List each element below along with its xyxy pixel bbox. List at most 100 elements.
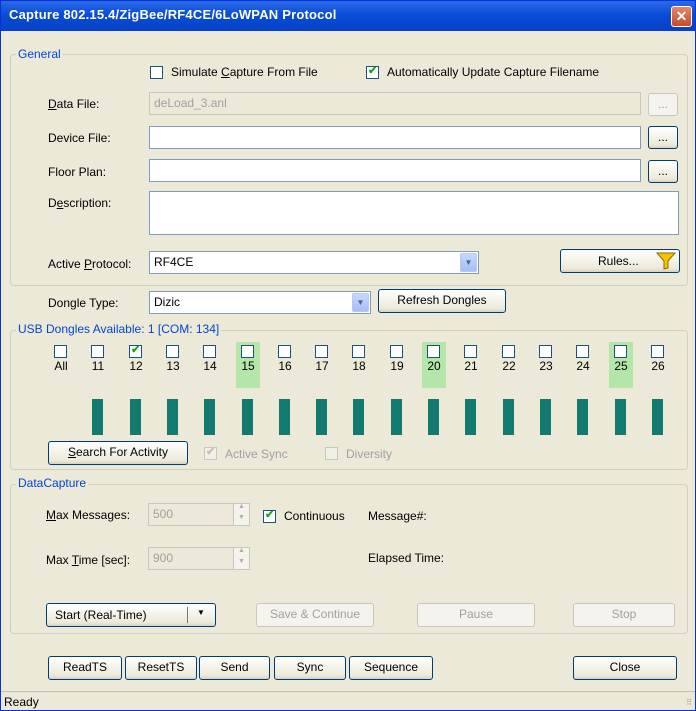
dongle-type-select[interactable]: Dizic bbox=[149, 291, 371, 314]
close-window-icon[interactable]: ✕ bbox=[671, 6, 692, 27]
auto-update-filename-checkbox[interactable]: ✔ bbox=[366, 65, 379, 79]
channel-11[interactable]: 11 bbox=[86, 342, 110, 388]
refresh-dongles-button[interactable]: Refresh Dongles bbox=[378, 289, 506, 313]
channel-checkbox[interactable] bbox=[539, 345, 552, 358]
start-capture-button[interactable]: Start (Real-Time) ▼ bbox=[46, 603, 216, 627]
search-for-activity-button[interactable]: Search For Activity bbox=[48, 441, 188, 465]
channel-16[interactable]: 16 bbox=[273, 342, 297, 388]
channel-checkbox[interactable] bbox=[651, 345, 664, 358]
general-legend: General bbox=[16, 47, 63, 61]
activity-bar bbox=[615, 399, 626, 435]
stop-button[interactable]: Stop bbox=[573, 603, 675, 627]
activity-bar bbox=[316, 399, 327, 435]
channel-label: 26 bbox=[651, 359, 665, 373]
data-file-browse-button[interactable]: ... bbox=[648, 93, 678, 116]
readts-button[interactable]: ReadTS bbox=[48, 656, 122, 680]
diversity-checkbox[interactable] bbox=[325, 447, 338, 460]
channel-15[interactable]: 15 bbox=[236, 342, 260, 388]
channel-18[interactable]: 18 bbox=[347, 342, 371, 388]
channel-checkbox[interactable] bbox=[464, 345, 477, 358]
channel-checkbox[interactable] bbox=[390, 345, 403, 358]
channel-checkbox[interactable] bbox=[91, 345, 104, 358]
message-number-label: Message#: bbox=[368, 509, 427, 523]
continuous-label: Continuous bbox=[284, 509, 345, 523]
close-button[interactable]: Close bbox=[573, 656, 677, 680]
channel-checkbox[interactable] bbox=[166, 345, 179, 358]
activity-bar bbox=[167, 399, 178, 435]
channel-label: 12 bbox=[129, 359, 143, 373]
channel-checkbox[interactable] bbox=[427, 345, 440, 358]
channel-13[interactable]: 13 bbox=[161, 342, 185, 388]
rules-button[interactable]: Rules... bbox=[560, 249, 680, 273]
device-file-label: Device File: bbox=[48, 131, 111, 145]
channel-checkbox[interactable] bbox=[614, 345, 627, 358]
device-file-input[interactable] bbox=[149, 126, 641, 149]
data-file-input[interactable]: deLoad_3.anl bbox=[149, 92, 641, 115]
channel-12[interactable]: ✔ 12 bbox=[124, 342, 148, 388]
max-messages-spinner[interactable]: ▲ ▼ bbox=[233, 503, 250, 526]
simulate-capture-label: Simulate Capture From File bbox=[171, 65, 318, 79]
channel-checkbox[interactable] bbox=[352, 345, 365, 358]
sync-button[interactable]: Sync bbox=[274, 656, 346, 680]
sequence-button[interactable]: Sequence bbox=[349, 656, 433, 680]
channel-24[interactable]: 24 bbox=[571, 342, 595, 388]
resize-grip-icon[interactable]: ⠿ bbox=[686, 698, 692, 707]
floor-plan-browse-button[interactable]: ... bbox=[648, 160, 678, 183]
channel-label: 20 bbox=[427, 359, 441, 373]
dongle-type-chevron-down-icon[interactable]: ▼ bbox=[352, 293, 369, 312]
active-sync-checkbox[interactable]: ✔ bbox=[204, 446, 217, 460]
channel-22[interactable]: 22 bbox=[497, 342, 521, 388]
funnel-icon bbox=[656, 252, 676, 270]
channel-checkbox[interactable] bbox=[502, 345, 515, 358]
channel-checkbox[interactable] bbox=[278, 345, 291, 358]
channel-checkbox[interactable] bbox=[576, 345, 589, 358]
device-file-browse-button[interactable]: ... bbox=[648, 126, 678, 149]
max-time-spinner[interactable]: ▲ ▼ bbox=[233, 547, 250, 570]
up-arrow-icon: ▲ bbox=[238, 503, 245, 510]
split-arrow-icon[interactable]: ▼ bbox=[197, 608, 205, 617]
max-time-input[interactable]: 900 bbox=[148, 547, 234, 570]
channel-checkbox[interactable]: ✔ bbox=[129, 344, 142, 358]
title-bar[interactable]: Capture 802.15.4/ZigBee/RF4CE/6LoWPAN Pr… bbox=[1, 1, 695, 31]
channel-26[interactable]: 26 bbox=[646, 342, 670, 388]
chevron-down-icon[interactable]: ▼ bbox=[460, 253, 477, 272]
active-protocol-select[interactable]: RF4CE bbox=[149, 251, 479, 274]
usb-dongles-legend: USB Dongles Available: 1 [COM: 134] bbox=[16, 322, 222, 336]
channel-21[interactable]: 21 bbox=[459, 342, 483, 388]
channel-label: 14 bbox=[203, 359, 217, 373]
send-button[interactable]: Send bbox=[199, 656, 270, 680]
pause-button[interactable]: Pause bbox=[417, 603, 535, 627]
continuous-checkbox[interactable]: ✔ bbox=[263, 509, 276, 523]
save-continue-button[interactable]: Save & Continue bbox=[256, 603, 374, 627]
activity-bar bbox=[652, 399, 663, 435]
channel-checkbox[interactable] bbox=[241, 345, 254, 358]
channel-checkbox[interactable] bbox=[54, 345, 67, 358]
activity-bar bbox=[577, 399, 588, 435]
channel-17[interactable]: 17 bbox=[310, 342, 334, 388]
activity-bar bbox=[204, 399, 215, 435]
channel-14[interactable]: 14 bbox=[198, 342, 222, 388]
start-capture-label: Start (Real-Time) bbox=[55, 608, 147, 622]
channel-label: 18 bbox=[352, 359, 366, 373]
channel-checkbox[interactable] bbox=[203, 345, 216, 358]
simulate-capture-checkbox[interactable] bbox=[150, 66, 163, 79]
check-mark-icon: ✔ bbox=[368, 65, 378, 77]
active-protocol-label: Active Protocol: bbox=[48, 257, 132, 271]
channel-checkbox[interactable] bbox=[315, 345, 328, 358]
max-messages-input[interactable]: 500 bbox=[148, 503, 234, 526]
channel-19[interactable]: 19 bbox=[385, 342, 409, 388]
channel-label: 16 bbox=[278, 359, 292, 373]
resetts-button[interactable]: ResetTS bbox=[125, 656, 197, 680]
channel-all[interactable]: All bbox=[49, 342, 73, 388]
channel-20[interactable]: 20 bbox=[422, 342, 446, 388]
channel-23[interactable]: 23 bbox=[534, 342, 558, 388]
dongle-type-label: Dongle Type: bbox=[48, 296, 119, 310]
activity-bar bbox=[465, 399, 476, 435]
description-input[interactable] bbox=[149, 191, 679, 235]
rules-button-label: Rules... bbox=[598, 254, 639, 268]
channel-25[interactable]: 25 bbox=[609, 342, 633, 388]
down-arrow-icon: ▼ bbox=[238, 558, 245, 565]
floor-plan-label: Floor Plan: bbox=[48, 165, 107, 179]
floor-plan-input[interactable] bbox=[149, 159, 641, 182]
check-mark-icon: ✔ bbox=[131, 344, 141, 356]
